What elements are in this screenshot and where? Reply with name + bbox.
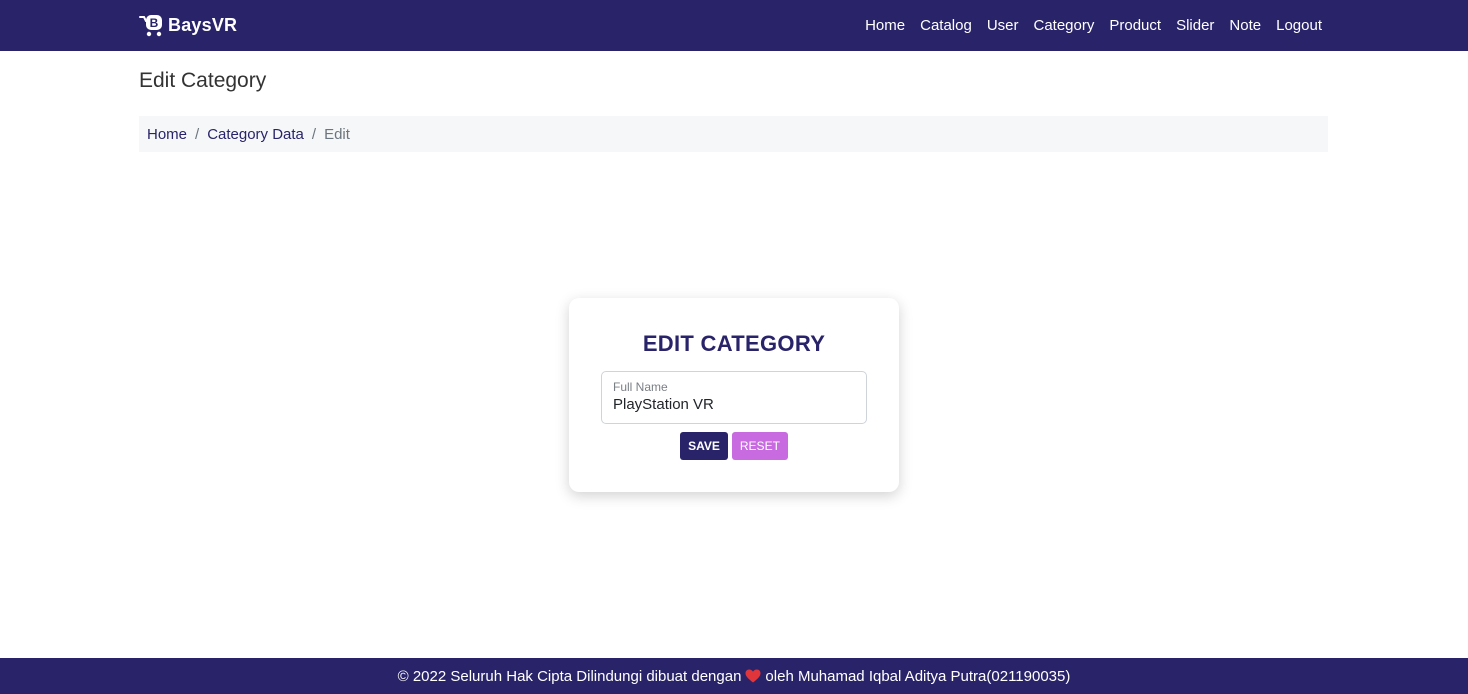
- breadcrumb-separator: /: [311, 125, 317, 143]
- full-name-label: Full Name: [613, 380, 668, 394]
- edit-category-card: EDIT CATEGORY Full Name SAVE RESET: [569, 298, 899, 492]
- footer: © 2022 Seluruh Hak Cipta Dilindungi dibu…: [0, 658, 1468, 694]
- save-button[interactable]: SAVE: [680, 432, 728, 460]
- breadcrumb-home[interactable]: Home: [147, 126, 187, 143]
- reset-button[interactable]: RESET: [731, 432, 788, 460]
- footer-text-after: oleh Muhamad Iqbal Aditya Putra(02119003…: [765, 667, 1071, 685]
- nav-product[interactable]: Product: [1109, 17, 1161, 34]
- breadcrumb-category-data[interactable]: Category Data: [207, 126, 304, 143]
- heart-icon: [745, 669, 761, 683]
- breadcrumb-separator: /: [195, 125, 200, 143]
- nav-slider[interactable]: Slider: [1176, 17, 1214, 34]
- page-title: Edit Category: [139, 69, 267, 92]
- nav-category[interactable]: Category: [1033, 17, 1094, 34]
- cart-logo-icon: B: [139, 15, 162, 37]
- form-actions: SAVE RESET: [569, 432, 899, 460]
- brand-name: BaysVR: [168, 14, 238, 35]
- brand[interactable]: B BaysVR: [139, 12, 237, 38]
- breadcrumb-current: Edit: [324, 125, 350, 143]
- full-name-field: Full Name: [601, 371, 867, 424]
- nav-note[interactable]: Note: [1229, 17, 1261, 34]
- nav-logout[interactable]: Logout: [1276, 17, 1322, 34]
- svg-text:B: B: [150, 16, 159, 30]
- breadcrumb: Home / Category Data / Edit: [139, 116, 1328, 152]
- top-navbar: B BaysVR Home Catalog User Category Prod…: [0, 0, 1468, 51]
- card-title: EDIT CATEGORY: [642, 331, 826, 356]
- nav-home[interactable]: Home: [865, 17, 905, 34]
- nav-catalog[interactable]: Catalog: [920, 17, 972, 34]
- nav-user[interactable]: User: [987, 17, 1019, 34]
- footer-text-before: © 2022 Seluruh Hak Cipta Dilindungi dibu…: [397, 667, 742, 685]
- main-nav: Home Catalog User Category Product Slide…: [850, 0, 1322, 51]
- full-name-input[interactable]: [613, 396, 853, 413]
